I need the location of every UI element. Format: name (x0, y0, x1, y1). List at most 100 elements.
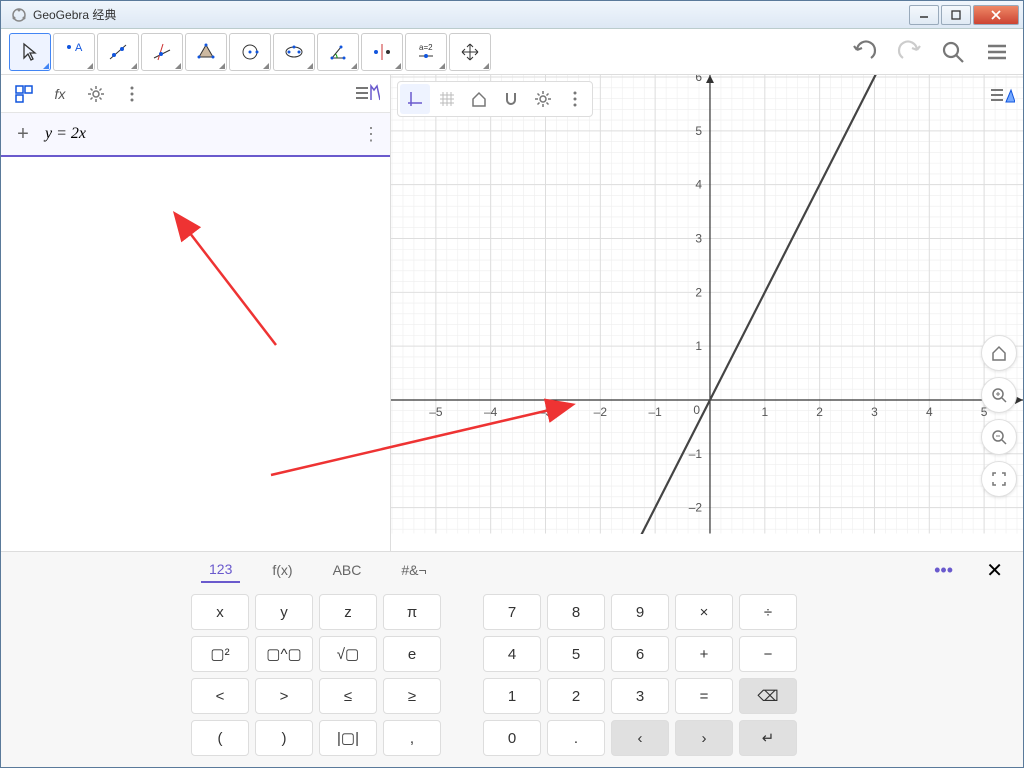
titlebar: GeoGebra 经典 (1, 1, 1023, 29)
tool-angle[interactable] (317, 33, 359, 71)
svg-text:2: 2 (816, 405, 823, 419)
tool-circle[interactable] (229, 33, 271, 71)
kb-key[interactable]: ) (255, 720, 313, 756)
add-expression-button[interactable]: + (11, 123, 35, 146)
kb-key[interactable]: , (383, 720, 441, 756)
kb-key[interactable]: e (383, 636, 441, 672)
tool-slider[interactable]: a=2 (405, 33, 447, 71)
kb-key[interactable]: = (675, 678, 733, 714)
reset-view-button[interactable] (981, 335, 1017, 371)
home-icon[interactable] (464, 84, 494, 114)
kb-key[interactable]: 7 (483, 594, 541, 630)
kb-key[interactable]: 8 (547, 594, 605, 630)
graphics-panel[interactable]: –5–4–3–2–112345–2–11234560 (391, 75, 1023, 551)
graphics-kebab-icon[interactable] (560, 84, 590, 114)
fullscreen-button[interactable] (981, 461, 1017, 497)
kb-key[interactable]: 9 (611, 594, 669, 630)
kb-key[interactable]: 4 (483, 636, 541, 672)
kb-key[interactable]: − (739, 636, 797, 672)
fx-icon[interactable]: fx (45, 79, 75, 109)
kb-key[interactable]: ▢² (191, 636, 249, 672)
tool-reflect[interactable] (361, 33, 403, 71)
algebra-input-row[interactable]: + y = 2x ⋮ (1, 113, 390, 157)
kb-key[interactable]: ≥ (383, 678, 441, 714)
kb-key[interactable]: › (675, 720, 733, 756)
kb-key[interactable]: 3 (611, 678, 669, 714)
svg-text:–2: –2 (594, 405, 608, 419)
redo-button[interactable] (891, 34, 927, 70)
kb-key[interactable]: 6 (611, 636, 669, 672)
algebra-view-icon[interactable] (9, 79, 39, 109)
tool-cursor[interactable] (9, 33, 51, 71)
kb-key[interactable]: × (675, 594, 733, 630)
kb-key[interactable]: 2 (547, 678, 605, 714)
svg-text:1: 1 (695, 339, 702, 353)
graphics-toolbar (397, 81, 593, 117)
svg-text:–4: –4 (484, 405, 498, 419)
menu-button[interactable] (979, 34, 1015, 70)
undo-button[interactable] (847, 34, 883, 70)
tool-move-view[interactable] (449, 33, 491, 71)
maximize-button[interactable] (941, 5, 971, 25)
panel-toggle-icon[interactable] (352, 79, 382, 109)
kb-tab-symbols[interactable]: #&¬ (393, 558, 434, 582)
tool-point[interactable]: A (53, 33, 95, 71)
axes-icon[interactable] (400, 84, 430, 114)
expression-text[interactable]: y = 2x (35, 125, 362, 143)
kb-key[interactable]: π (383, 594, 441, 630)
graphics-panel-toggle-icon[interactable] (987, 81, 1017, 111)
kb-key[interactable]: √▢ (319, 636, 377, 672)
kb-key[interactable]: ≤ (319, 678, 377, 714)
kb-key[interactable]: ( (191, 720, 249, 756)
kebab-icon[interactable] (117, 79, 147, 109)
kb-key[interactable]: < (191, 678, 249, 714)
kb-more-button[interactable]: ••• (934, 560, 953, 581)
tool-perpendicular[interactable] (141, 33, 183, 71)
coordinate-grid[interactable]: –5–4–3–2–112345–2–11234560 (391, 75, 1023, 534)
kb-key[interactable]: 0 (483, 720, 541, 756)
svg-text:–5: –5 (429, 405, 443, 419)
svg-text:–1: –1 (689, 447, 703, 461)
minimize-button[interactable] (909, 5, 939, 25)
kb-key[interactable]: |▢| (319, 720, 377, 756)
svg-text:4: 4 (695, 178, 702, 192)
svg-text:0: 0 (693, 403, 700, 417)
kb-key[interactable]: 5 (547, 636, 605, 672)
kb-key[interactable]: + (675, 636, 733, 672)
svg-text:A: A (75, 42, 83, 54)
kb-key[interactable]: ▢^▢ (255, 636, 313, 672)
kb-key[interactable]: ÷ (739, 594, 797, 630)
kb-key[interactable]: . (547, 720, 605, 756)
kb-key[interactable]: ‹ (611, 720, 669, 756)
window-title: GeoGebra 经典 (33, 6, 909, 23)
kb-key[interactable]: z (319, 594, 377, 630)
tool-line[interactable] (97, 33, 139, 71)
kb-key[interactable]: > (255, 678, 313, 714)
zoom-out-button[interactable] (981, 419, 1017, 455)
kb-key[interactable]: 1 (483, 678, 541, 714)
svg-text:1: 1 (761, 405, 768, 419)
kb-key[interactable]: ↵ (739, 720, 797, 756)
expression-menu-icon[interactable]: ⋮ (362, 124, 380, 145)
kb-close-button[interactable]: ✕ (986, 558, 1003, 583)
virtual-keyboard: 123 f(x) ABC #&¬ ••• ✕ xyzπ 789×÷ ▢²▢^▢√▢e… (1, 551, 1023, 767)
algebra-panel: fx + y = 2x ⋮ (1, 75, 391, 551)
kb-key[interactable]: x (191, 594, 249, 630)
svg-text:2: 2 (695, 285, 702, 299)
settings-icon[interactable] (81, 79, 111, 109)
graphics-settings-icon[interactable] (528, 84, 558, 114)
snap-icon[interactable] (496, 84, 526, 114)
tool-ellipse[interactable] (273, 33, 315, 71)
search-button[interactable] (935, 34, 971, 70)
kb-tab-numeric[interactable]: 123 (201, 557, 240, 583)
svg-text:–2: –2 (689, 501, 703, 515)
grid-icon[interactable] (432, 84, 462, 114)
close-button[interactable] (973, 5, 1019, 25)
kb-tab-alpha[interactable]: ABC (325, 558, 370, 582)
tool-polygon[interactable] (185, 33, 227, 71)
zoom-in-button[interactable] (981, 377, 1017, 413)
kb-tab-functions[interactable]: f(x) (264, 558, 300, 582)
kb-key[interactable]: ⌫ (739, 678, 797, 714)
kb-key[interactable]: y (255, 594, 313, 630)
svg-text:4: 4 (926, 405, 933, 419)
